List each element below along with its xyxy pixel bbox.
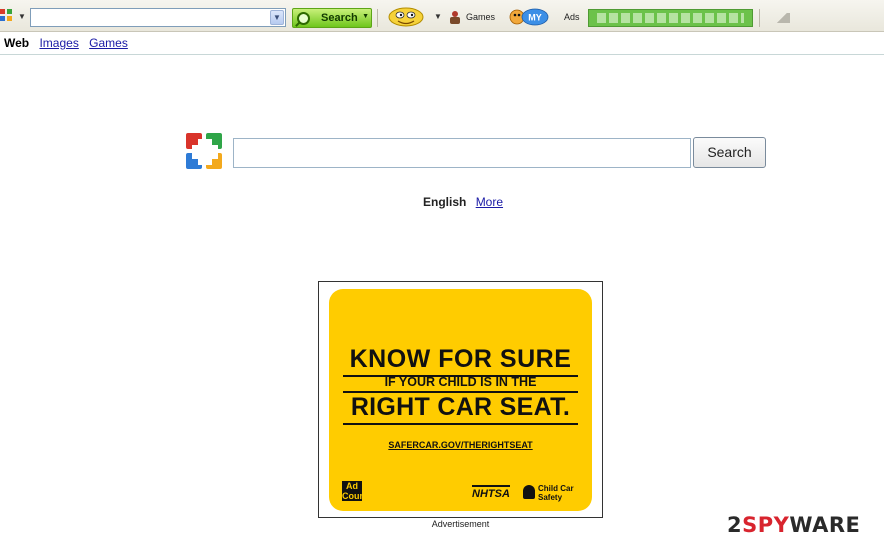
watermark-spy: SPY <box>742 513 790 537</box>
toolbar-logo-icon[interactable] <box>0 9 12 21</box>
ad-council-logo: Ad Council <box>342 481 375 501</box>
main-search-input[interactable] <box>233 138 691 168</box>
nav-games-link[interactable]: Games <box>89 36 128 50</box>
browser-toolbar: ▼ ▼ Search ▼ ▼ Games MY Ads <box>0 0 884 32</box>
my-button-icon[interactable]: MY <box>509 8 549 26</box>
nav-divider <box>0 54 884 55</box>
toolbar-divider <box>377 9 378 27</box>
toolbar-search-button[interactable]: Search ▼ <box>292 8 372 28</box>
watermark-ware: WARE <box>789 513 861 537</box>
toolbar-resize-grip-icon[interactable] <box>776 13 790 23</box>
toolbar-divider <box>759 9 760 27</box>
ad-headline-2: IF YOUR CHILD IS IN THE <box>384 375 537 389</box>
smiley-dropdown-icon[interactable]: ▼ <box>434 12 442 21</box>
ad-url-link[interactable]: SAFERCAR.GOV/THERIGHTSEAT <box>329 440 592 450</box>
nav-images-link[interactable]: Images <box>39 36 78 50</box>
ad-rule <box>343 423 578 425</box>
child-car-safety-label: Child Car Safety <box>538 484 574 502</box>
nhtsa-logo: NHTSA <box>472 485 510 500</box>
toolbar-games-link[interactable]: Games <box>466 12 495 22</box>
search-dropdown-icon[interactable]: ▼ <box>362 13 369 20</box>
watermark-prefix: 2 <box>727 513 743 537</box>
logo-dropdown-icon[interactable]: ▼ <box>18 12 26 21</box>
advertisement-banner[interactable]: KNOW FOR SURE IF YOUR CHILD IS IN THE RI… <box>329 289 592 511</box>
nav-web[interactable]: Web <box>4 36 29 50</box>
site-logo-icon <box>186 133 224 171</box>
advertisement-caption: Advertisement <box>431 519 490 529</box>
language-english: English <box>423 195 467 209</box>
language-row: English More <box>423 195 503 209</box>
toolbar-search-label: Search <box>321 12 358 24</box>
toolbar-search-dropdown-icon[interactable]: ▼ <box>270 10 284 25</box>
smiley-icon[interactable] <box>387 6 425 28</box>
ad-headline-1: KNOW FOR SURE <box>349 345 572 373</box>
language-more-link[interactable]: More <box>476 195 503 209</box>
child-car-safety-icon <box>523 485 535 499</box>
games-joystick-icon[interactable] <box>450 11 460 24</box>
watermark-logo: 2SPYWARE <box>727 513 860 537</box>
magnifier-icon <box>297 12 310 25</box>
toolbar-ads-label: Ads <box>564 12 580 22</box>
toolbar-search-input[interactable]: ▼ <box>30 8 286 27</box>
my-label: MY <box>528 13 542 23</box>
ad-headline-3: RIGHT CAR SEAT. <box>350 393 571 421</box>
ads-banner[interactable] <box>588 9 753 27</box>
main-search-button[interactable]: Search <box>693 137 766 168</box>
search-type-nav: Web Images Games <box>4 36 135 50</box>
